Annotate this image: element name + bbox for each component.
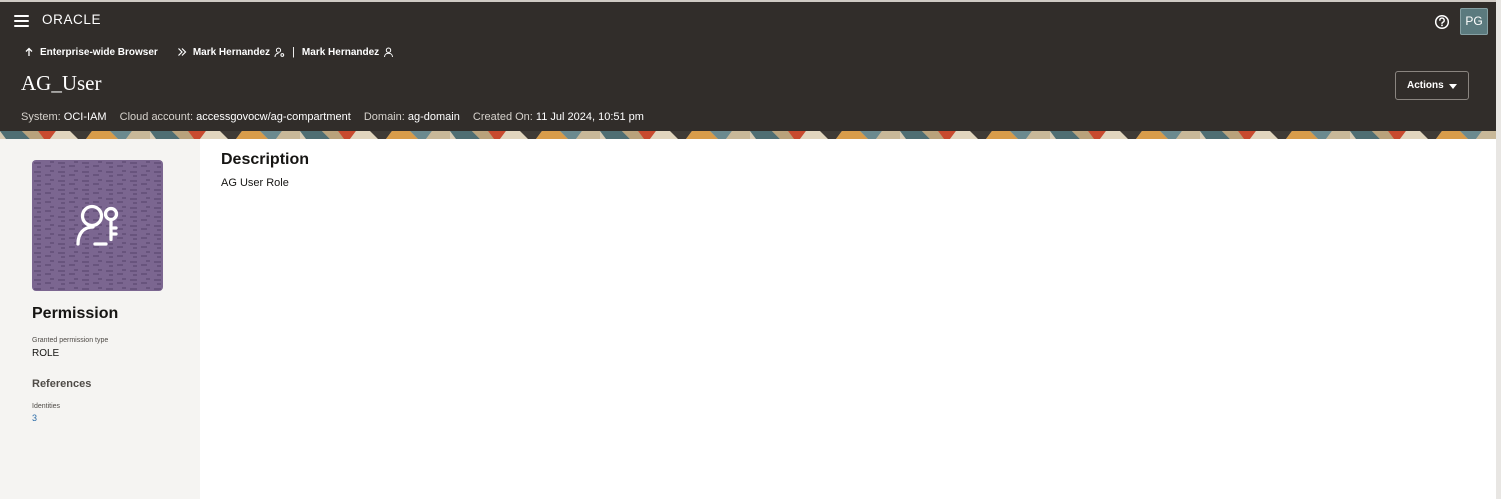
granted-permission-type-label: Granted permission type [32, 337, 109, 344]
identities-count-link[interactable]: 3 [32, 413, 37, 423]
arrow-up-icon [25, 47, 33, 56]
system-value: OCI-IAM [63, 111, 107, 123]
breadcrumb: Enterprise-wide Browser Mark Hernandez |… [24, 44, 394, 60]
user-key-icon [274, 47, 285, 57]
help-icon[interactable] [1432, 12, 1452, 32]
permission-title: Permission [32, 305, 119, 322]
actions-button-label: Actions [1407, 80, 1444, 91]
breadcrumb-item-label: Mark Hernandez [301, 46, 380, 58]
oracle-logo[interactable]: ORACLE [42, 12, 134, 26]
scrollbar-track[interactable] [1496, 0, 1501, 499]
caret-down-icon [1449, 84, 1457, 89]
references-title: References [32, 378, 92, 390]
page-title: AG_User [21, 71, 102, 95]
created-on-label: Created On: [472, 111, 533, 123]
granted-permission-type-value: ROLE [32, 348, 60, 359]
breadcrumb-separator: | [292, 46, 295, 58]
cloud-account-label: Cloud account: [119, 111, 194, 123]
double-chevron-right-icon [177, 48, 187, 56]
decorative-banner [0, 131, 1496, 139]
breadcrumb-item-user[interactable]: Mark Hernandez [302, 47, 394, 58]
cloud-account-value: accessgovocw/ag-compartment [196, 111, 351, 123]
description-title: Description [221, 151, 310, 168]
system-label: System: [21, 111, 61, 123]
domain-label: Domain: [363, 111, 405, 123]
user-avatar[interactable]: PG [1460, 8, 1488, 35]
page-header: ORACLE PG Enterprise-wide Browser Mark H… [0, 0, 1496, 131]
permission-tile [32, 160, 163, 291]
user-icon [384, 47, 394, 57]
metadata-row: System: OCI-IAM Cloud account: accessgov… [21, 111, 644, 123]
domain-value: ag-domain [407, 111, 460, 123]
breadcrumb-item-label: Mark Hernandez [192, 46, 271, 58]
identities-label: Identities [32, 403, 61, 410]
summary-panel: Permission Granted permission type ROLE … [0, 139, 200, 499]
back-link[interactable]: Enterprise-wide Browser [24, 47, 158, 58]
description-text: AG User Role [221, 177, 289, 189]
hamburger-icon[interactable] [12, 12, 32, 30]
svg-text:ORACLE: ORACLE [42, 12, 101, 26]
actions-button[interactable]: Actions [1395, 71, 1469, 100]
created-on-value: 11 Jul 2024, 10:51 pm [535, 111, 644, 123]
breadcrumb-item-owner[interactable]: Mark Hernandez [193, 47, 285, 58]
back-link-label: Enterprise-wide Browser [40, 46, 158, 58]
